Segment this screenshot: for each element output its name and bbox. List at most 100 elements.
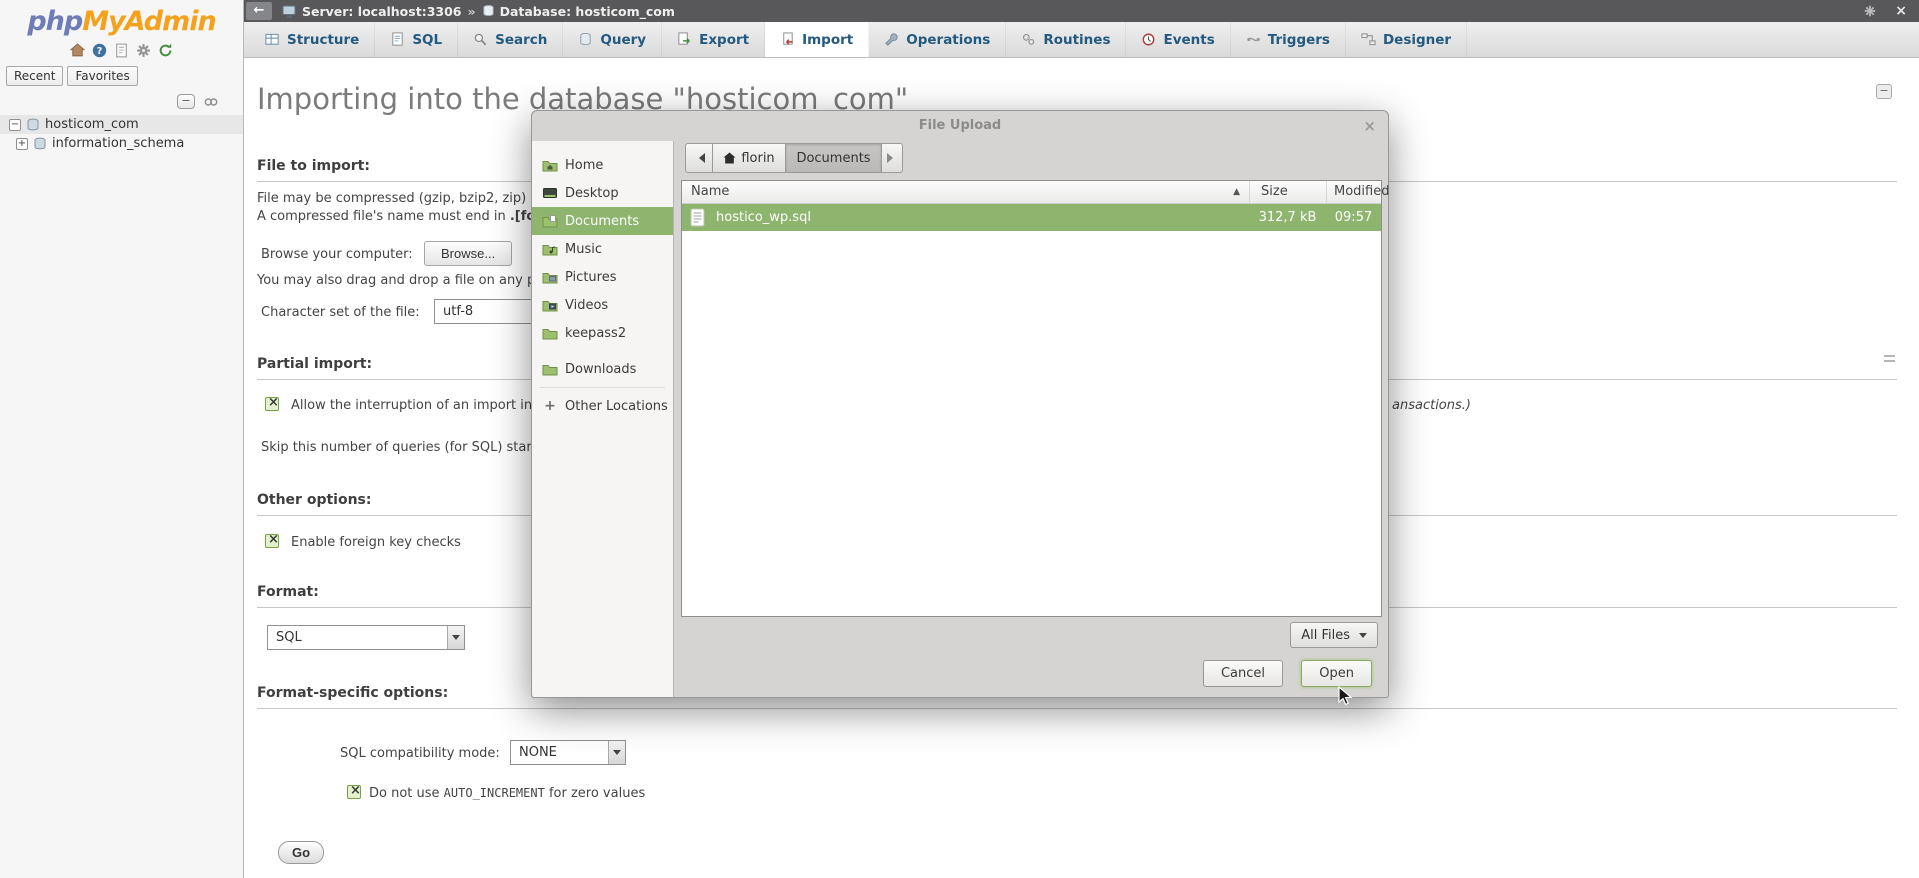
compression-note-line1: File may be compressed (gzip, bzip2, zip… xyxy=(257,191,533,206)
link-icon[interactable] xyxy=(203,95,219,109)
file-size: 312,7 kB xyxy=(1249,210,1326,225)
titlebar-gear-icon[interactable] xyxy=(1863,4,1877,18)
place-documents[interactable]: Documents xyxy=(532,207,673,235)
tree-item-information-schema[interactable]: + information_schema xyxy=(0,134,243,153)
foreign-key-label[interactable]: Enable foreign key checks xyxy=(291,535,461,550)
sql-file-icon xyxy=(690,208,705,227)
path-current-dir-button[interactable]: Documents xyxy=(785,143,882,173)
file-name: hostico_wp.sql xyxy=(705,210,1249,225)
tree-item-hosticom-com[interactable]: − hosticom_com xyxy=(0,115,243,134)
collapse-page-widget[interactable]: − xyxy=(1876,84,1892,99)
dropdown-arrow-icon xyxy=(447,626,464,649)
window-close-icon[interactable]: × xyxy=(1895,3,1907,19)
tab-designer[interactable]: Designer xyxy=(1346,22,1467,57)
expand-toggle-icon[interactable]: + xyxy=(16,138,28,150)
place-downloads[interactable]: Downloads xyxy=(532,355,673,383)
column-modified[interactable]: Modified xyxy=(1326,181,1381,203)
file-list-header: Name▲ Size Modified xyxy=(682,181,1381,204)
titlebar-controls: × xyxy=(1863,3,1919,19)
place-other-locations[interactable]: +Other Locations xyxy=(532,392,673,420)
zero-values-checkbox[interactable] xyxy=(347,785,361,799)
database-tab-bar: Structure SQL Search Query Export Import… xyxy=(244,22,1919,58)
place-keepass2[interactable]: keepass2 xyxy=(532,319,673,347)
collapse-all-button[interactable]: − xyxy=(177,94,195,109)
places-sidebar: Home Desktop Documents Music Pictures Vi… xyxy=(532,141,674,697)
database-icon xyxy=(33,137,47,151)
format-select[interactable]: SQL xyxy=(267,625,465,650)
path-bar: florin Documents xyxy=(685,143,903,173)
back-button[interactable]: ← xyxy=(246,2,272,20)
back-arrow-icon xyxy=(694,153,705,163)
tab-events[interactable]: Events xyxy=(1126,22,1230,57)
place-pictures[interactable]: Pictures xyxy=(532,263,673,291)
dialog-main: florin Documents Name▲ Size Modified hos… xyxy=(674,141,1388,697)
allow-interrupt-label[interactable]: Allow the interruption of an import in c… xyxy=(291,398,531,413)
allow-interrupt-label-fragment: ansactions.) xyxy=(1392,398,1471,413)
tab-triggers[interactable]: Triggers xyxy=(1231,22,1346,57)
database-breadcrumb[interactable]: Database: hosticom_com xyxy=(500,4,675,19)
tab-search[interactable]: Search xyxy=(458,22,563,57)
server-icon xyxy=(282,4,297,19)
forward-arrow-icon xyxy=(887,153,898,163)
open-button[interactable]: Open xyxy=(1301,660,1372,687)
settings-gear-icon[interactable] xyxy=(135,42,152,59)
go-button[interactable]: Go xyxy=(278,841,324,864)
zero-values-label[interactable]: Do not use AUTO_INCREMENT for zero value… xyxy=(369,786,645,801)
file-upload-dialog: File Upload× Home Desktop Documents Musi… xyxy=(531,110,1389,698)
tab-operations[interactable]: Operations xyxy=(869,22,1006,57)
sort-ascending-icon: ▲ xyxy=(1233,187,1240,197)
tab-structure[interactable]: Structure xyxy=(250,22,375,57)
collapse-toggle-icon[interactable]: − xyxy=(9,119,21,131)
tab-query[interactable]: Query xyxy=(563,22,662,57)
chevron-down-icon xyxy=(1359,633,1367,642)
recent-button[interactable]: Recent xyxy=(6,66,63,86)
dragdrop-note: You may also drag and drop a file on any… xyxy=(257,273,533,288)
sidebar-separator xyxy=(540,387,665,388)
compression-note-line2: A compressed file's name must end in .[f… xyxy=(257,209,533,224)
path-forward-button[interactable] xyxy=(881,143,903,173)
column-name[interactable]: Name▲ xyxy=(682,181,1249,203)
pma-navigation-panel: phpMyAdmin ? RecentFavorites − − hostico… xyxy=(0,0,244,878)
place-videos[interactable]: Videos xyxy=(532,291,673,319)
column-size[interactable]: Size xyxy=(1249,181,1326,203)
server-breadcrumb[interactable]: Server: localhost:3306 xyxy=(302,4,461,19)
sql-compatibility-select[interactable]: NONE xyxy=(510,740,626,765)
reload-icon[interactable] xyxy=(157,42,174,59)
cancel-button[interactable]: Cancel xyxy=(1203,660,1283,687)
skip-queries-label: Skip this number of queries (for SQL) st… xyxy=(261,440,531,455)
logo-myadmin: MyAdmin xyxy=(82,6,215,37)
house-icon xyxy=(723,152,736,164)
place-desktop[interactable]: Desktop xyxy=(532,179,673,207)
svg-text:?: ? xyxy=(97,46,103,57)
file-list: Name▲ Size Modified hostico_wp.sql 312,7… xyxy=(681,180,1382,617)
tab-routines[interactable]: Routines xyxy=(1006,22,1126,57)
window-titlebar: ← Server: localhost:3306 » Database: hos… xyxy=(244,0,1919,22)
tab-sql[interactable]: SQL xyxy=(375,22,458,57)
plus-icon: + xyxy=(542,398,558,414)
foreign-key-checkbox[interactable] xyxy=(265,534,279,548)
breadcrumb-separator: » xyxy=(467,4,475,19)
favorites-button[interactable]: Favorites xyxy=(67,66,137,86)
dialog-close-icon[interactable]: × xyxy=(1363,111,1376,141)
nav-controls-row: − xyxy=(0,88,243,115)
quick-access-row: RecentFavorites xyxy=(0,63,243,88)
home-icon[interactable] xyxy=(69,42,86,59)
file-type-filter-button[interactable]: All Files xyxy=(1290,622,1378,648)
dropdown-arrow-icon xyxy=(608,741,625,764)
help-icon[interactable]: ? xyxy=(91,42,108,59)
pma-logo[interactable]: phpMyAdmin xyxy=(0,0,243,37)
allow-interrupt-checkbox[interactable] xyxy=(265,397,279,411)
file-row-selected[interactable]: hostico_wp.sql 312,7 kB 09:57 xyxy=(682,204,1381,231)
database-icon xyxy=(26,118,40,132)
tab-export[interactable]: Export xyxy=(662,22,765,57)
path-back-button[interactable] xyxy=(685,143,713,173)
path-home-button[interactable]: florin xyxy=(712,143,786,173)
documentation-icon[interactable] xyxy=(113,42,130,59)
place-home[interactable]: Home xyxy=(532,151,673,179)
dialog-titlebar[interactable]: File Upload× xyxy=(532,111,1388,141)
logo-php: php xyxy=(27,6,82,37)
place-music[interactable]: Music xyxy=(532,235,673,263)
tab-import[interactable]: Import xyxy=(765,22,869,57)
browse-label: Browse your computer: xyxy=(261,247,413,262)
browse-button[interactable]: Browse... xyxy=(424,241,512,266)
